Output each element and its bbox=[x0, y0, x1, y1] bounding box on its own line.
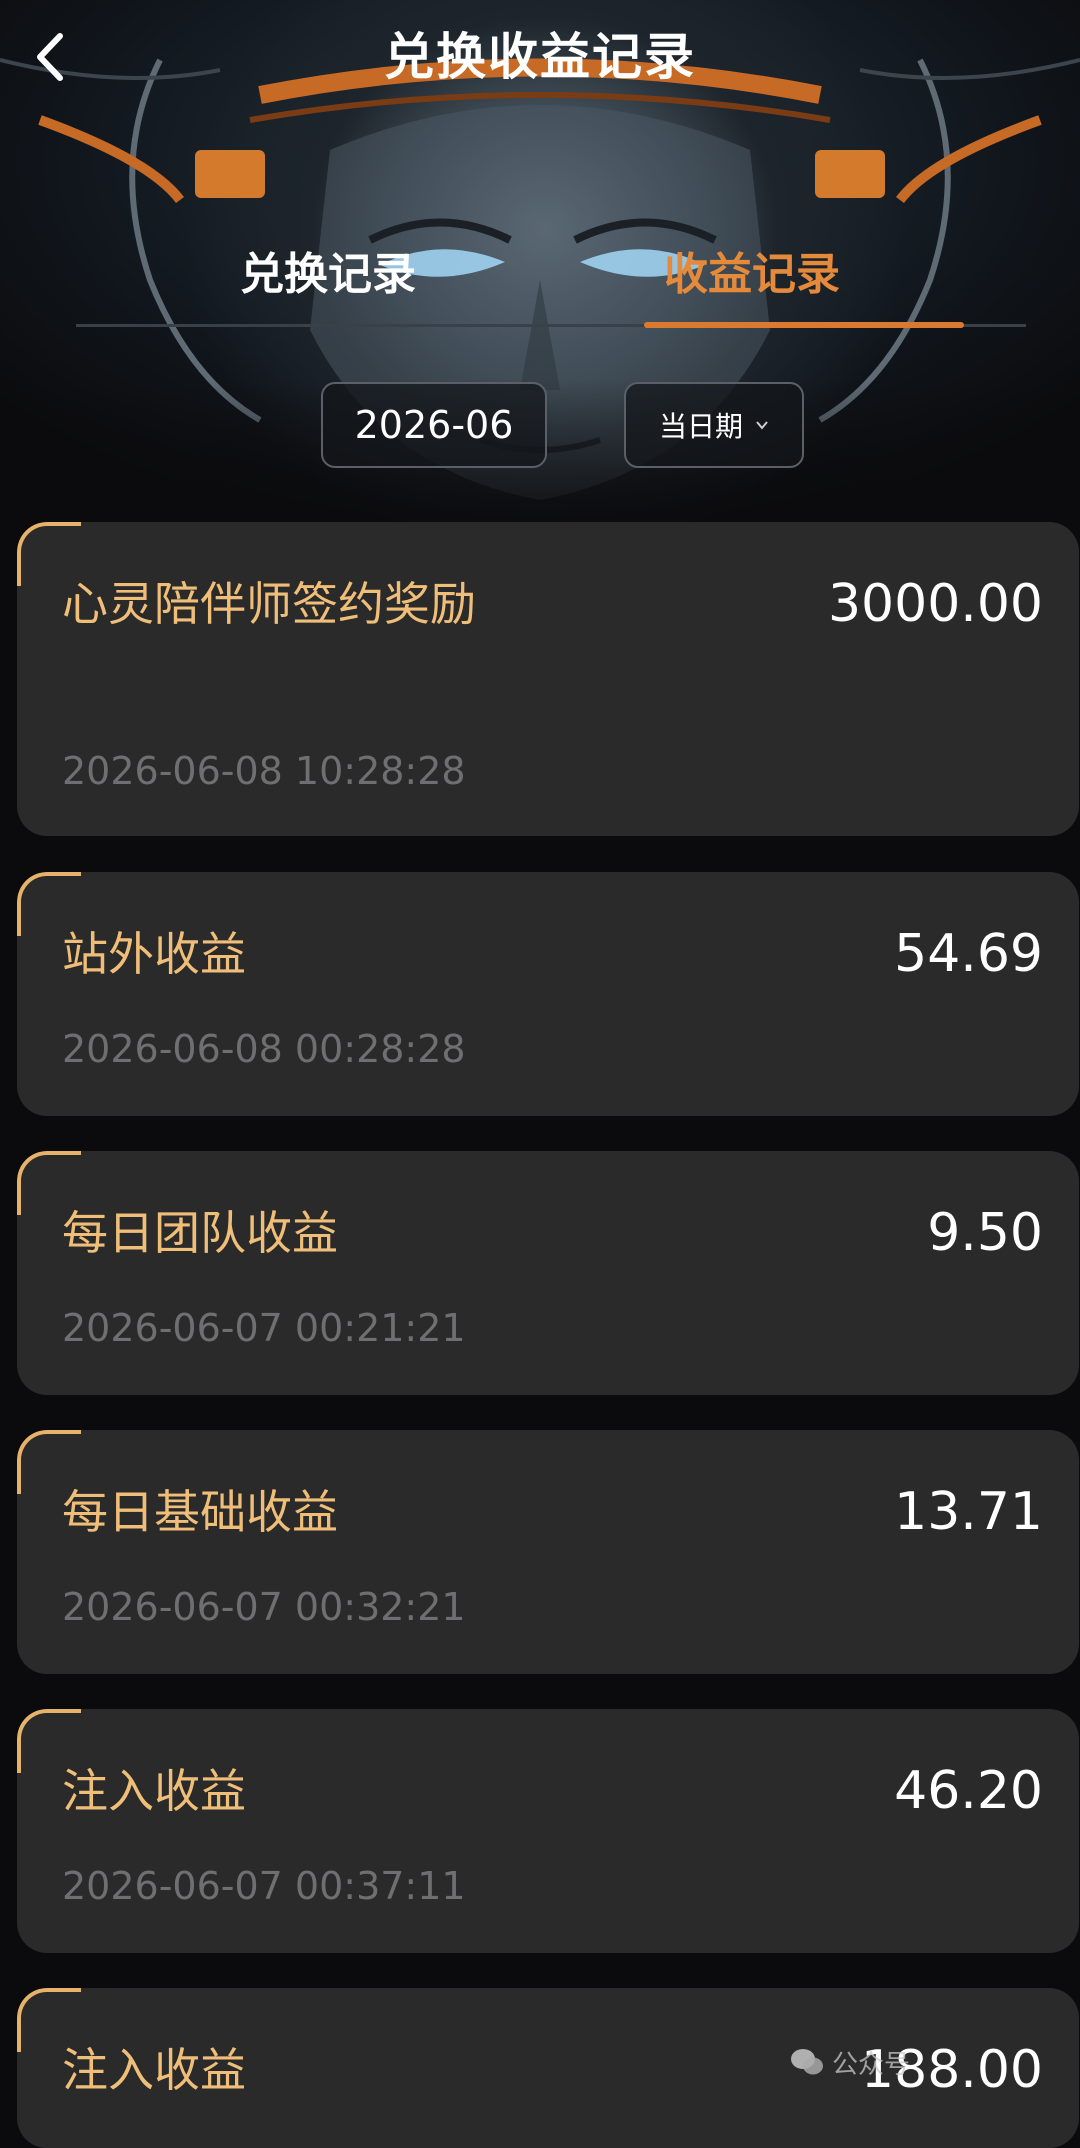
record-title: 注入收益 bbox=[62, 1764, 246, 1818]
record-time: 2026-06-07 00:21:21 bbox=[62, 1306, 466, 1350]
record-card[interactable]: 每日基础收益 13.71 2026-06-07 00:32:21 bbox=[17, 1430, 1079, 1674]
chevron-down-icon bbox=[756, 421, 768, 430]
record-title: 每日基础收益 bbox=[62, 1485, 338, 1539]
tab-exchange-records[interactable]: 兑换记录 bbox=[240, 240, 416, 310]
record-time: 2026-06-08 10:28:28 bbox=[62, 749, 466, 793]
wechat-icon bbox=[791, 2049, 823, 2075]
record-time: 2026-06-08 00:28:28 bbox=[62, 1027, 466, 1071]
record-title: 心灵陪伴师签约奖励 bbox=[62, 577, 476, 631]
page-title: 兑换收益记录 bbox=[384, 28, 696, 86]
month-picker-value: 2026-06 bbox=[354, 403, 514, 447]
record-amount: 46.20 bbox=[894, 1761, 1043, 1821]
date-filter-dropdown[interactable]: 当日期 bbox=[624, 382, 804, 468]
record-amount: 54.69 bbox=[894, 924, 1043, 984]
record-card[interactable]: 注入收益 188.00 bbox=[17, 1988, 1079, 2148]
tab-active-indicator bbox=[644, 322, 964, 328]
record-card[interactable]: 站外收益 54.69 2026-06-08 00:28:28 bbox=[17, 872, 1079, 1116]
record-title: 每日团队收益 bbox=[62, 1206, 338, 1260]
record-amount: 9.50 bbox=[927, 1203, 1043, 1263]
record-title: 注入收益 bbox=[62, 2043, 246, 2097]
date-filter-label: 当日期 bbox=[658, 410, 743, 443]
record-card[interactable]: 心灵陪伴师签约奖励 3000.00 2026-06-08 10:28:28 bbox=[17, 522, 1079, 836]
record-title: 站外收益 bbox=[62, 927, 246, 981]
month-picker[interactable]: 2026-06 bbox=[321, 382, 547, 468]
tab-earnings-records[interactable]: 收益记录 bbox=[664, 240, 840, 310]
record-amount: 3000.00 bbox=[827, 574, 1043, 634]
watermark: 公众号 bbox=[790, 2040, 910, 2084]
record-card[interactable]: 注入收益 46.20 2026-06-07 00:37:11 bbox=[17, 1709, 1079, 1953]
watermark-text: 公众号 bbox=[832, 2049, 911, 2080]
record-time: 2026-06-07 00:37:11 bbox=[62, 1864, 466, 1908]
record-time: 2026-06-07 00:32:21 bbox=[62, 1585, 466, 1629]
record-card[interactable]: 每日团队收益 9.50 2026-06-07 00:21:21 bbox=[17, 1151, 1079, 1395]
record-amount: 13.71 bbox=[894, 1482, 1043, 1542]
tab-bar: 兑换记录 收益记录 bbox=[76, 220, 1026, 332]
